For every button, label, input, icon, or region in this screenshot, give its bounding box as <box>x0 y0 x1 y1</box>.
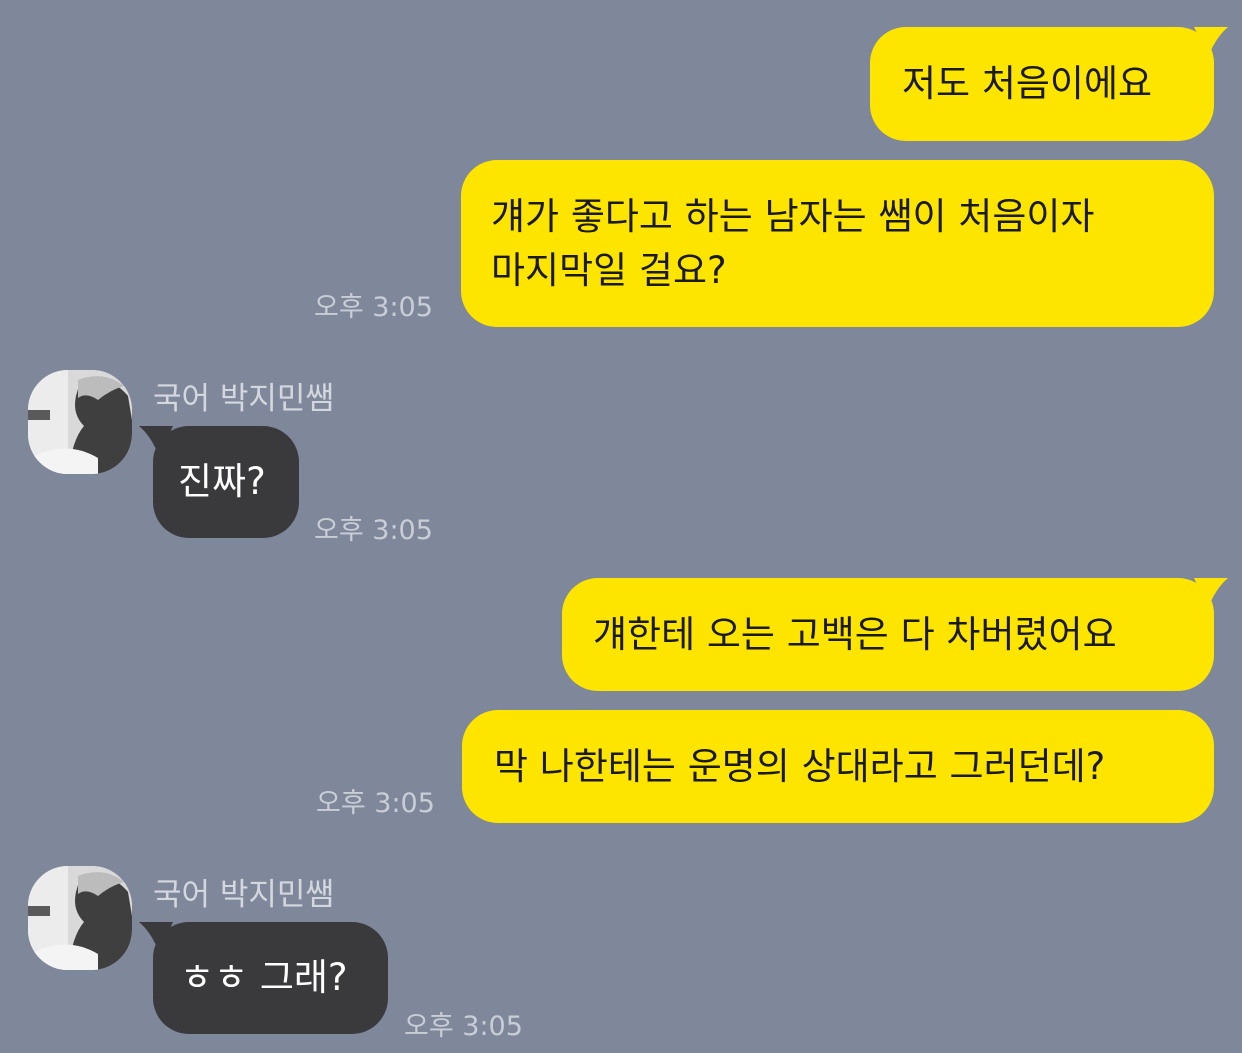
message-text: 걔한테 오는 고백은 다 차버렸어요 <box>593 613 1117 656</box>
message-text: ㅎㅎ 그래? <box>180 956 348 999</box>
message-timestamp: 오후 3:05 <box>314 292 433 323</box>
bubble-tail <box>139 426 173 456</box>
sender-name: 국어 박지민쌤 <box>153 877 334 913</box>
message-timestamp: 오후 3:05 <box>316 788 435 819</box>
message-timestamp: 오후 3:05 <box>314 515 433 546</box>
sent-message-bubble[interactable]: 저도 처음이에요 <box>870 27 1228 141</box>
message-text: 걔가 좋다고 하는 남자는 쌤이 처음이자 <box>491 195 1095 238</box>
received-message-bubble[interactable]: 진짜? <box>139 426 299 538</box>
bubble-tail <box>1194 27 1228 57</box>
bubble-tail <box>1194 578 1228 608</box>
sent-message-bubble[interactable]: 막 나한테는 운명의 상대라고 그러던데? <box>462 710 1214 823</box>
avatar[interactable] <box>28 866 132 970</box>
received-message-bubble[interactable]: ㅎㅎ 그래? <box>139 922 388 1034</box>
sent-message-bubble[interactable]: 걔가 좋다고 하는 남자는 쌤이 처음이자 마지막일 걸요? <box>461 160 1214 327</box>
profile-photo-icon <box>28 866 132 970</box>
message-text: 마지막일 걸요? <box>491 249 727 292</box>
message-text: 진짜? <box>178 460 266 503</box>
sent-message-bubble[interactable]: 걔한테 오는 고백은 다 차버렸어요 <box>562 578 1228 691</box>
profile-photo-icon <box>28 370 132 474</box>
message-timestamp: 오후 3:05 <box>404 1011 523 1042</box>
sender-name: 국어 박지민쌤 <box>153 381 334 417</box>
message-text: 막 나한테는 운명의 상대라고 그러던데? <box>494 745 1106 788</box>
message-text: 저도 처음이에요 <box>902 62 1153 105</box>
avatar[interactable] <box>28 370 132 474</box>
bubble-tail <box>139 922 173 952</box>
